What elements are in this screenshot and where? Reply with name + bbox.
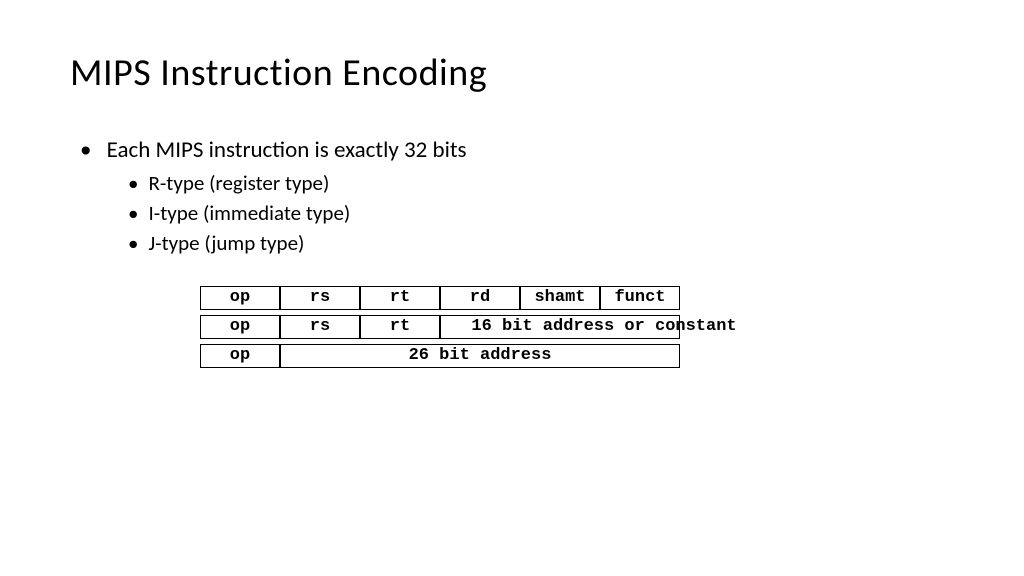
field-rs: rs (280, 315, 360, 339)
field-op: op (200, 286, 280, 310)
field-rt: rt (360, 315, 440, 339)
sub-bullet: R-type (register type) (128, 170, 954, 196)
field-rd: rd (440, 286, 520, 310)
i-type-row: op rs rt 16 bit address or constant (200, 315, 954, 339)
field-op: op (200, 315, 280, 339)
main-bullet-list: Each MIPS instruction is exactly 32 bits… (80, 136, 954, 256)
field-rt: rt (360, 286, 440, 310)
field-shamt: shamt (520, 286, 600, 310)
slide-title: MIPS Instruction Encoding (70, 50, 954, 96)
field-funct: funct (600, 286, 680, 310)
sub-bullet-list: R-type (register type) I-type (immediate… (128, 170, 954, 256)
sub-bullet: J-type (jump type) (128, 230, 954, 256)
main-bullet-text: Each MIPS instruction is exactly 32 bits (107, 136, 467, 164)
j-type-row: op 26 bit address (200, 344, 954, 368)
main-bullet: Each MIPS instruction is exactly 32 bits… (80, 136, 954, 256)
sub-bullet: I-type (immediate type) (128, 200, 954, 226)
field-rs: rs (280, 286, 360, 310)
r-type-row: op rs rt rd shamt funct (200, 286, 954, 310)
instruction-format-tables: op rs rt rd shamt funct op rs rt 16 bit … (200, 286, 954, 368)
field-op: op (200, 344, 280, 368)
field-addr26: 26 bit address (280, 344, 680, 368)
field-imm16-label: 16 bit address or constant (444, 317, 764, 336)
